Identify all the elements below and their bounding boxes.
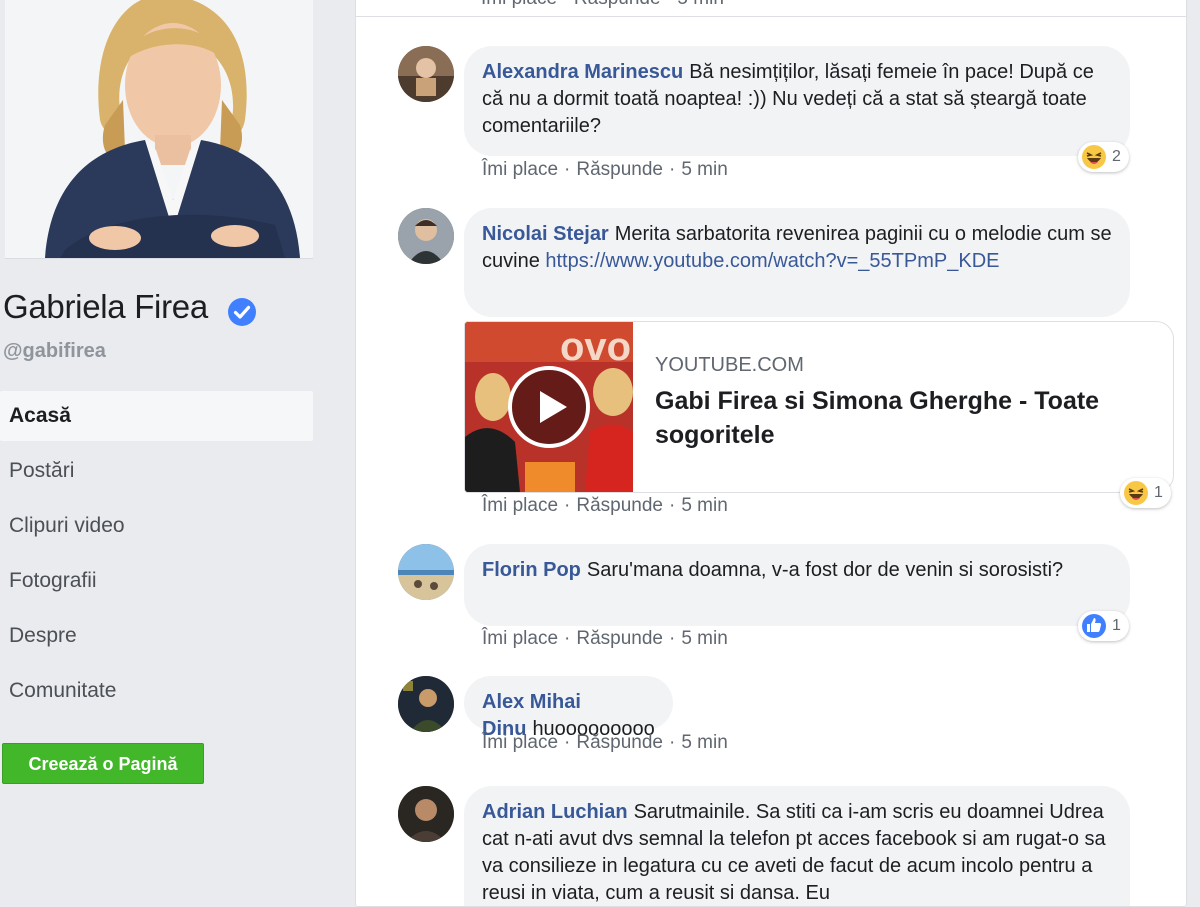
reply-link[interactable]: Răspunde — [576, 628, 663, 649]
comment-actions: Îmi place · Răspunde · 5 min — [482, 732, 728, 754]
comment-author[interactable]: Adrian Luchian — [482, 801, 628, 823]
separator: · — [564, 732, 571, 753]
comment-link[interactable]: https://www.youtube.com/watch?v=_55TPmP_… — [545, 250, 999, 272]
like-icon — [1082, 614, 1106, 638]
nav-item-about[interactable]: Despre — [0, 611, 313, 666]
page-sidebar: Gabriela Firea @gabifirea Acasă Postări … — [0, 0, 333, 900]
comment-actions: Îmi place · Răspunde · 5 min — [482, 628, 728, 650]
play-icon[interactable] — [507, 365, 591, 449]
avatar-image — [398, 544, 454, 600]
avatar-image — [398, 676, 454, 732]
haha-icon — [1082, 145, 1106, 169]
reply-link[interactable]: Răspunde — [576, 159, 663, 180]
separator: · — [668, 628, 676, 649]
profile-photo-image — [5, 0, 313, 258]
nav-item-photos[interactable]: Fotografii — [0, 556, 313, 611]
reaction-count[interactable]: 1 — [1078, 611, 1129, 641]
page-handle[interactable]: @gabifirea — [3, 340, 106, 363]
avatar-image — [398, 208, 454, 264]
separator: · — [668, 159, 676, 180]
separator: · — [564, 159, 571, 180]
preview-title[interactable]: Gabi Firea si Simona Gherghe - Toate sog… — [655, 384, 1155, 452]
comment-bubble: Nicolai Stejar Merita sarbatorita revenir… — [464, 208, 1130, 317]
nav-item-community[interactable]: Comunitate — [0, 666, 313, 721]
page-nav: Acasă Postări Clipuri video Fotografii D… — [0, 391, 313, 721]
svg-text:ovo: ovo — [560, 325, 631, 369]
reply-link[interactable]: Răspunde — [576, 732, 663, 753]
avatar-image — [398, 46, 454, 102]
comment-bubble: Alexandra Marinescu Bă nesimțiților, lăsa… — [464, 46, 1130, 156]
comment-time[interactable]: 5 min — [681, 628, 727, 649]
avatar[interactable] — [398, 208, 454, 264]
separator: · — [668, 732, 676, 753]
like-link[interactable]: Îmi place — [482, 159, 558, 180]
comment-actions: Îmi place · Răspunde · 5 min — [482, 495, 728, 517]
haha-icon — [1124, 481, 1148, 505]
page-title[interactable]: Gabriela Firea — [3, 288, 208, 326]
avatar[interactable] — [398, 786, 454, 842]
create-page-button[interactable]: Creează o Pagină — [2, 743, 204, 784]
reaction-total: 2 — [1112, 148, 1121, 165]
comments-card: Îmi place · Răspunde · 5 min Alexandra M… — [355, 0, 1187, 907]
previous-comment-actions: Îmi place · Răspunde · 5 min — [356, 0, 1186, 17]
comment-bubble: Florin Pop Saru'mana doamna, v-a fost dor… — [464, 544, 1130, 626]
comment-time[interactable]: 5 min — [681, 495, 727, 516]
nav-item-home[interactable]: Acasă — [0, 391, 313, 441]
comment-bubble: Adrian Luchian Sarutmainile. Sa stiti ca … — [464, 786, 1130, 906]
comment-author[interactable]: Florin Pop — [482, 559, 581, 581]
reaction-count[interactable]: 2 — [1078, 142, 1129, 172]
comment-time[interactable]: 5 min — [681, 732, 727, 753]
previous-comment-actions-text: Îmi place · Răspunde · 5 min — [481, 0, 724, 10]
video-thumbnail[interactable]: ovo — [465, 322, 633, 492]
avatar-image — [398, 786, 454, 842]
reaction-total: 1 — [1154, 484, 1163, 501]
comment-time[interactable]: 5 min — [681, 159, 727, 180]
separator: · — [564, 628, 571, 649]
separator: · — [564, 495, 571, 516]
avatar[interactable] — [398, 676, 454, 732]
separator: · — [668, 495, 676, 516]
link-preview-card[interactable]: ovo YOUTUBE.COM Gabi Firea si Simona Ghe… — [464, 321, 1174, 493]
main-column: Îmi place · Răspunde · 5 min Alexandra M… — [333, 0, 1200, 907]
profile-photo[interactable] — [5, 0, 313, 259]
like-link[interactable]: Îmi place — [482, 732, 558, 753]
avatar[interactable] — [398, 544, 454, 600]
comment-author[interactable]: Alexandra Marinescu — [482, 61, 683, 83]
nav-item-posts[interactable]: Postări — [0, 446, 313, 501]
avatar[interactable] — [398, 46, 454, 102]
comment-actions: Îmi place · Răspunde · 5 min — [482, 159, 728, 181]
like-link[interactable]: Îmi place — [482, 628, 558, 649]
reply-link[interactable]: Răspunde — [576, 495, 663, 516]
comment-bubble: Alex Mihai Dinu huooooooooo — [464, 676, 673, 740]
preview-domain: YOUTUBE.COM — [655, 354, 804, 376]
like-link[interactable]: Îmi place — [482, 495, 558, 516]
reaction-total: 1 — [1112, 617, 1121, 634]
verified-badge-icon — [228, 298, 256, 326]
comment-text: Saru'mana doamna, v-a fost dor de venin … — [586, 559, 1064, 581]
reaction-count[interactable]: 1 — [1120, 478, 1171, 508]
comment-author[interactable]: Nicolai Stejar — [482, 223, 609, 245]
nav-item-videos[interactable]: Clipuri video — [0, 501, 313, 556]
